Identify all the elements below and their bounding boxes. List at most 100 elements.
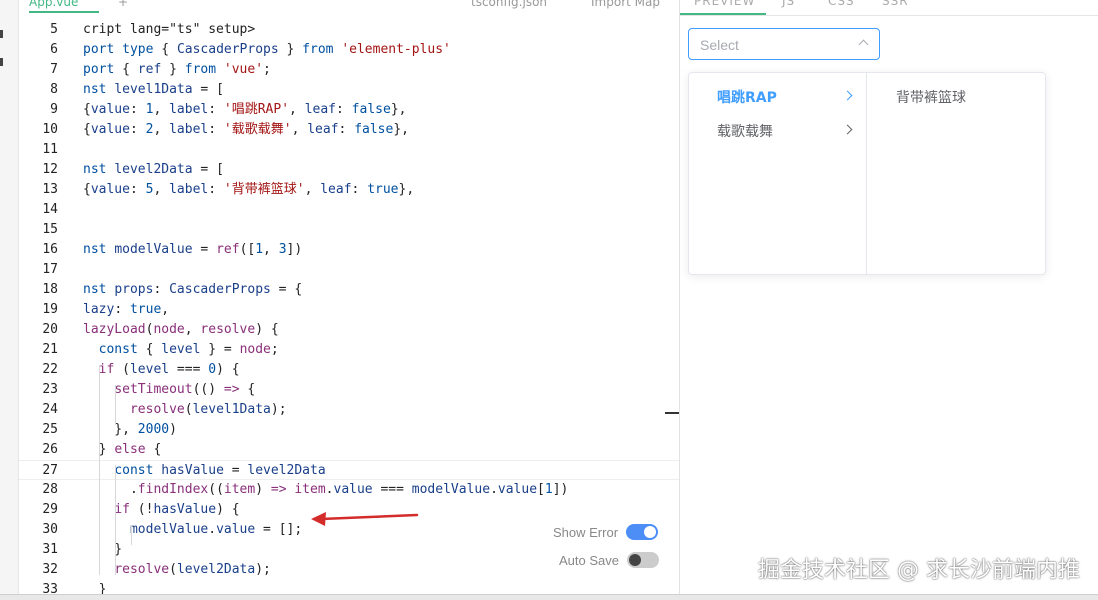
code-text: nst modelValue = ref([1, 3])	[83, 240, 302, 260]
chevron-up-icon	[858, 39, 869, 50]
cascader-option-2[interactable]: 载歌载舞	[689, 113, 867, 147]
code-token: const	[114, 463, 162, 478]
code-token: modelValue	[129, 522, 209, 537]
code-token: :	[114, 302, 130, 317]
code-text: {value: 2, label: '载歌载舞', leaf: false},	[83, 120, 409, 140]
tab-js[interactable]: JS	[782, 0, 795, 8]
code-editor[interactable]: 33 } 32 resolve(level2Data); 31 } 30 modelV…	[19, 20, 679, 594]
code-line[interactable]: 33 }	[19, 580, 679, 594]
add-file-button[interactable]: +	[118, 0, 128, 9]
code-line[interactable]: 22 if (level === 0) {	[19, 360, 679, 380]
code-token: item	[294, 482, 326, 497]
code-line[interactable]: 18 nst props: CascaderProps = {	[19, 280, 679, 300]
code-token: = [	[192, 162, 224, 177]
code-token: value	[90, 102, 130, 117]
toggle-knob	[629, 554, 641, 566]
code-line[interactable]: 29 if (!hasValue) {	[19, 500, 679, 520]
code-token: from	[184, 62, 224, 77]
code-token: {	[122, 62, 138, 77]
code-line[interactable]: 11	[19, 140, 679, 160]
code-text: if (level === 0) {	[83, 360, 240, 380]
indent-guide	[131, 525, 132, 545]
code-line[interactable]: 28 .findIndex((item) => item.value === m…	[19, 480, 679, 500]
show-error-toggle[interactable]	[626, 524, 659, 540]
line-number: 26	[42, 442, 58, 457]
auto-save-label: Auto Save	[559, 552, 619, 568]
code-token: 0	[208, 362, 217, 377]
code-line[interactable]: 19 lazy: true,	[19, 300, 679, 320]
pane-resize-handle[interactable]	[665, 412, 679, 414]
code-line[interactable]: 26 } else {	[19, 440, 679, 460]
code-token: 2000	[137, 422, 170, 437]
code-line[interactable]: 5 cript lang="ts" setup>	[19, 20, 679, 40]
code-line[interactable]: 10 {value: 2, label: '载歌载舞', leaf: false}…	[19, 120, 679, 140]
code-token: {	[145, 442, 162, 457]
cascader-select-input[interactable]: Select	[688, 28, 880, 60]
line-number: 29	[42, 502, 58, 517]
code-line[interactable]: 27 const hasValue = level2Data	[19, 460, 679, 480]
code-token: {	[161, 42, 177, 57]
code-line[interactable]: 25 }, 2000)	[19, 420, 679, 440]
code-token: ===	[169, 362, 209, 377]
code-line[interactable]: 13 {value: 5, label: '背带裤篮球', leaf: true}…	[19, 180, 679, 200]
code-token: CascaderProps	[169, 282, 271, 297]
auto-save-toggle[interactable]	[627, 552, 659, 568]
code-line[interactable]: 20 lazyLoad(node, resolve) {	[19, 320, 679, 340]
code-token: 'element-plus'	[341, 42, 451, 57]
code-token: ])	[286, 242, 303, 257]
code-text: }, 2000)	[83, 420, 177, 440]
indent-guide	[99, 365, 100, 575]
cascader-option-leaf[interactable]: 背带裤篮球	[868, 79, 1046, 113]
code-token: node	[153, 322, 185, 337]
code-token: (	[122, 362, 130, 377]
code-token: :	[351, 182, 368, 197]
code-text: nst level2Data = [	[83, 160, 224, 180]
code-line[interactable]: 12 nst level2Data = [	[19, 160, 679, 180]
code-token: '唱跳RAP'	[223, 102, 290, 117]
strip-mark	[0, 30, 3, 38]
code-line[interactable]: 15	[19, 220, 679, 240]
code-token: modelValue	[411, 482, 491, 497]
code-token: value	[90, 122, 130, 137]
line-number: 12	[42, 162, 58, 177]
tab-app-vue[interactable]: App.vue	[29, 0, 78, 9]
code-text: lazy: true,	[83, 300, 169, 320]
code-token: level1Data	[192, 402, 271, 417]
line-number: 31	[42, 542, 58, 557]
line-number: 23	[42, 382, 58, 397]
code-token: resolve	[129, 402, 185, 417]
code-token: },	[393, 122, 409, 137]
line-number: 13	[42, 182, 58, 197]
code-line[interactable]: 17	[19, 260, 679, 280]
code-line[interactable]: 7 port { ref } from 'vue';	[19, 60, 679, 80]
code-line[interactable]: 14	[19, 200, 679, 220]
code-line[interactable]: 9 {value: 1, label: '唱跳RAP', leaf: false}…	[19, 100, 679, 120]
code-token: ===	[372, 482, 412, 497]
code-token: hasValue	[153, 502, 217, 517]
code-line[interactable]: 8 nst level1Data = [	[19, 80, 679, 100]
tab-css[interactable]: CSS	[828, 0, 855, 8]
code-token: level2Data	[114, 162, 193, 177]
code-token: port	[83, 62, 123, 77]
tab-tsconfig[interactable]: tsconfig.json	[471, 0, 547, 9]
code-token: setTimeout	[114, 382, 193, 397]
code-line[interactable]: 23 setTimeout(() => {	[19, 380, 679, 400]
code-line[interactable]: 6 port type { CascaderProps } from 'eleme…	[19, 40, 679, 60]
code-token: leaf	[320, 182, 352, 197]
code-line[interactable]: 21 const { level } = node;	[19, 340, 679, 360]
cascader-dropdown-panel: 唱跳RAP 载歌载舞 背带裤篮球	[688, 72, 1046, 275]
code-token: level	[129, 362, 170, 377]
code-token: ,	[161, 302, 170, 317]
tab-ssr[interactable]: SSR	[882, 0, 909, 8]
code-text: if (!hasValue) {	[83, 500, 239, 520]
show-error-label: Show Error	[553, 524, 619, 540]
tab-import-map[interactable]: Import Map	[591, 0, 660, 9]
tab-preview[interactable]: PREVIEW	[694, 0, 755, 8]
code-token: ,	[304, 182, 321, 197]
line-number: 6	[50, 42, 58, 57]
code-line[interactable]: 24 resolve(level1Data);	[19, 400, 679, 420]
cascader-option-1[interactable]: 唱跳RAP	[689, 79, 867, 113]
code-line[interactable]: 16 nst modelValue = ref([1, 3])	[19, 240, 679, 260]
code-token: :	[208, 182, 224, 197]
code-token: label	[169, 102, 209, 117]
